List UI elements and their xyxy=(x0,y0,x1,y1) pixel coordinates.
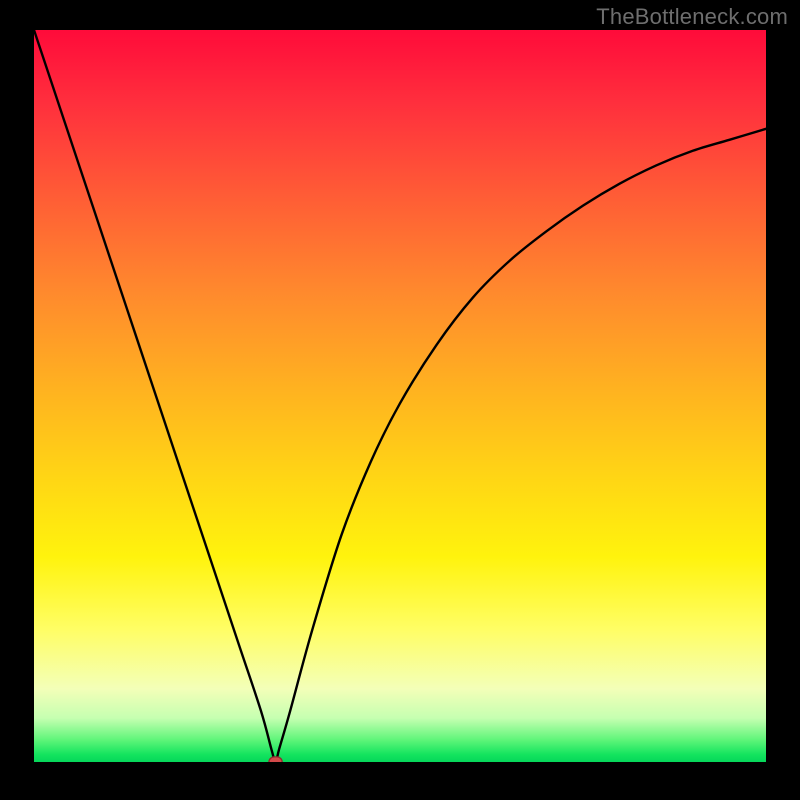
minimum-marker-icon xyxy=(269,757,282,762)
plot-area xyxy=(34,30,766,762)
watermark-text: TheBottleneck.com xyxy=(596,4,788,30)
curve-layer xyxy=(34,30,766,762)
chart-frame: TheBottleneck.com xyxy=(0,0,800,800)
bottleneck-curve xyxy=(34,30,766,762)
